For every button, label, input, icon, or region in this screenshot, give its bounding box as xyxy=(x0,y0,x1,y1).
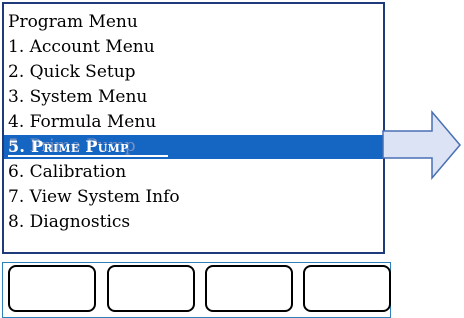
menu-item-formula-menu[interactable]: 4. Formula Menu xyxy=(8,110,156,135)
menu-item-calibration[interactable]: 6. Calibration xyxy=(8,160,126,185)
softkey-3-button[interactable] xyxy=(205,265,293,312)
menu-item-prime-pump[interactable]: 5. Prime Pump 5. Prime Pump xyxy=(4,135,383,159)
menu-item-view-system-info[interactable]: 7. View System Info xyxy=(8,185,180,210)
menu-item-system-menu[interactable]: 3. System Menu xyxy=(8,85,147,110)
right-arrow-shape xyxy=(382,110,461,180)
menu-item-account-menu[interactable]: 1. Account Menu xyxy=(8,35,155,60)
right-arrow-icon xyxy=(382,110,461,180)
softkey-2-button[interactable] xyxy=(107,265,195,312)
softkey-1-button[interactable] xyxy=(8,265,96,312)
menu-item-diagnostics[interactable]: 8. Diagnostics xyxy=(8,210,130,235)
softkey-bar xyxy=(2,262,391,318)
softkey-4-button[interactable] xyxy=(303,265,391,312)
menu-title: Program Menu xyxy=(8,12,138,32)
menu-item-prime-pump-label: 5. Prime Pump xyxy=(8,137,129,156)
selection-underline xyxy=(8,155,168,157)
menu-item-quick-setup[interactable]: 2. Quick Setup xyxy=(8,60,136,85)
lcd-screen: Program Menu 1. Account Menu 2. Quick Se… xyxy=(2,2,385,254)
